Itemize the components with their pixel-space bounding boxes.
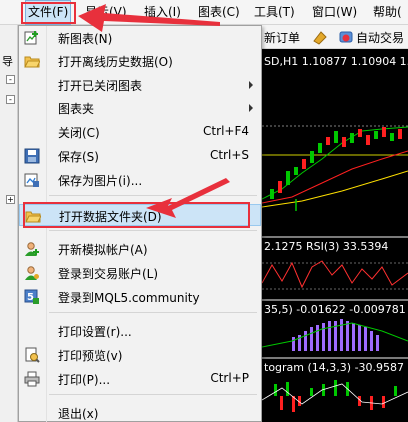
submenu-arrow-icon	[249, 104, 253, 112]
file-menu: 新图表(N) 打开离线历史数据(O) 打开已关闭图表 图表夹 关闭(C) Ctr…	[18, 25, 262, 422]
menu-item-open-offline[interactable]: 打开离线历史数据(O)	[19, 50, 261, 72]
auto-trading-button[interactable]: 自动交易	[356, 29, 404, 46]
menu-charts[interactable]: 图表(C)	[198, 0, 240, 25]
menu-item-open-data-folder[interactable]: 打开数据文件夹(D)	[19, 204, 261, 226]
menu-item-login-mql5[interactable]: 5 登录到MQL5.community	[19, 286, 261, 308]
menu-item-exit[interactable]: 退出(x)	[19, 402, 261, 422]
tree-expand-toggle[interactable]: -	[6, 95, 15, 104]
save-image-icon	[24, 173, 39, 187]
price-chart[interactable]: SD,H1 1.10877 1.10904 1.10791 1.1 2.1275…	[262, 49, 408, 422]
mql5-icon: 5	[24, 289, 39, 304]
tree-expand-toggle[interactable]: +	[6, 195, 15, 204]
submenu-arrow-icon	[249, 81, 253, 89]
demo-account-icon	[25, 242, 39, 256]
navigator-title: 导	[2, 55, 13, 68]
new-chart-icon	[24, 31, 38, 45]
menu-window[interactable]: 窗口(W)	[312, 0, 357, 25]
candlestick-plot	[262, 125, 408, 211]
menu-item-print-preview[interactable]: 打印预览(v)	[19, 344, 261, 366]
svg-text:5: 5	[27, 292, 34, 303]
chart-shift-icon[interactable]	[312, 29, 328, 45]
osma-label: togram (14,3,3) -30.9587 -30.9587	[264, 361, 408, 374]
printer-icon	[24, 371, 40, 387]
menu-item-close[interactable]: 关闭(C) Ctrl+F4	[19, 121, 261, 143]
new-order-button[interactable]: 新订单	[264, 29, 300, 46]
menu-item-reopen-closed[interactable]: 打开已关闭图表	[19, 74, 261, 96]
menu-item-new-chart[interactable]: 新图表(N)	[19, 27, 261, 49]
rsi-plot	[262, 260, 408, 290]
chart-header: SD,H1 1.10877 1.10904 1.10791 1.1	[264, 55, 408, 68]
login-icon	[25, 266, 39, 280]
navigator-panel: 导 - - +	[0, 25, 18, 422]
menu-tools[interactable]: 工具(T)	[254, 0, 295, 25]
menu-item-profiles[interactable]: 图表夹	[19, 97, 261, 119]
toolbar: 新订单 自动交易	[262, 25, 408, 49]
menu-item-login-trade-account[interactable]: 登录到交易账户(L)	[19, 262, 261, 284]
print-preview-icon	[25, 347, 40, 363]
menu-item-print[interactable]: 打印(P)... Ctrl+P	[19, 368, 261, 390]
menu-insert[interactable]: 插入(I)	[144, 0, 181, 25]
auto-trading-icon[interactable]	[338, 29, 354, 45]
open-folder-icon	[24, 56, 40, 68]
folder-icon	[25, 211, 41, 223]
save-icon	[24, 148, 40, 164]
rsi-label: 2.1275 RSI(3) 33.5394	[264, 240, 389, 253]
menu-view[interactable]: 显示(V)	[85, 0, 127, 25]
menu-item-save-as-picture[interactable]: 保存为图片(i)...	[19, 169, 261, 191]
histogram-plot	[262, 380, 408, 412]
menu-file[interactable]: 文件(F)	[25, 0, 72, 25]
tree-expand-toggle[interactable]: -	[6, 75, 15, 84]
menu-help[interactable]: 帮助(	[373, 0, 402, 25]
menu-item-print-setup[interactable]: 打印设置(r)...	[19, 320, 261, 342]
menu-bar: 文件(F) 显示(V) 插入(I) 图表(C) 工具(T) 窗口(W) 帮助(	[0, 0, 408, 25]
menu-item-open-demo-account[interactable]: 开新模拟帐户(A)	[19, 238, 261, 260]
macd-plot	[262, 319, 408, 351]
menu-item-save[interactable]: 保存(S) Ctrl+S	[19, 145, 261, 167]
